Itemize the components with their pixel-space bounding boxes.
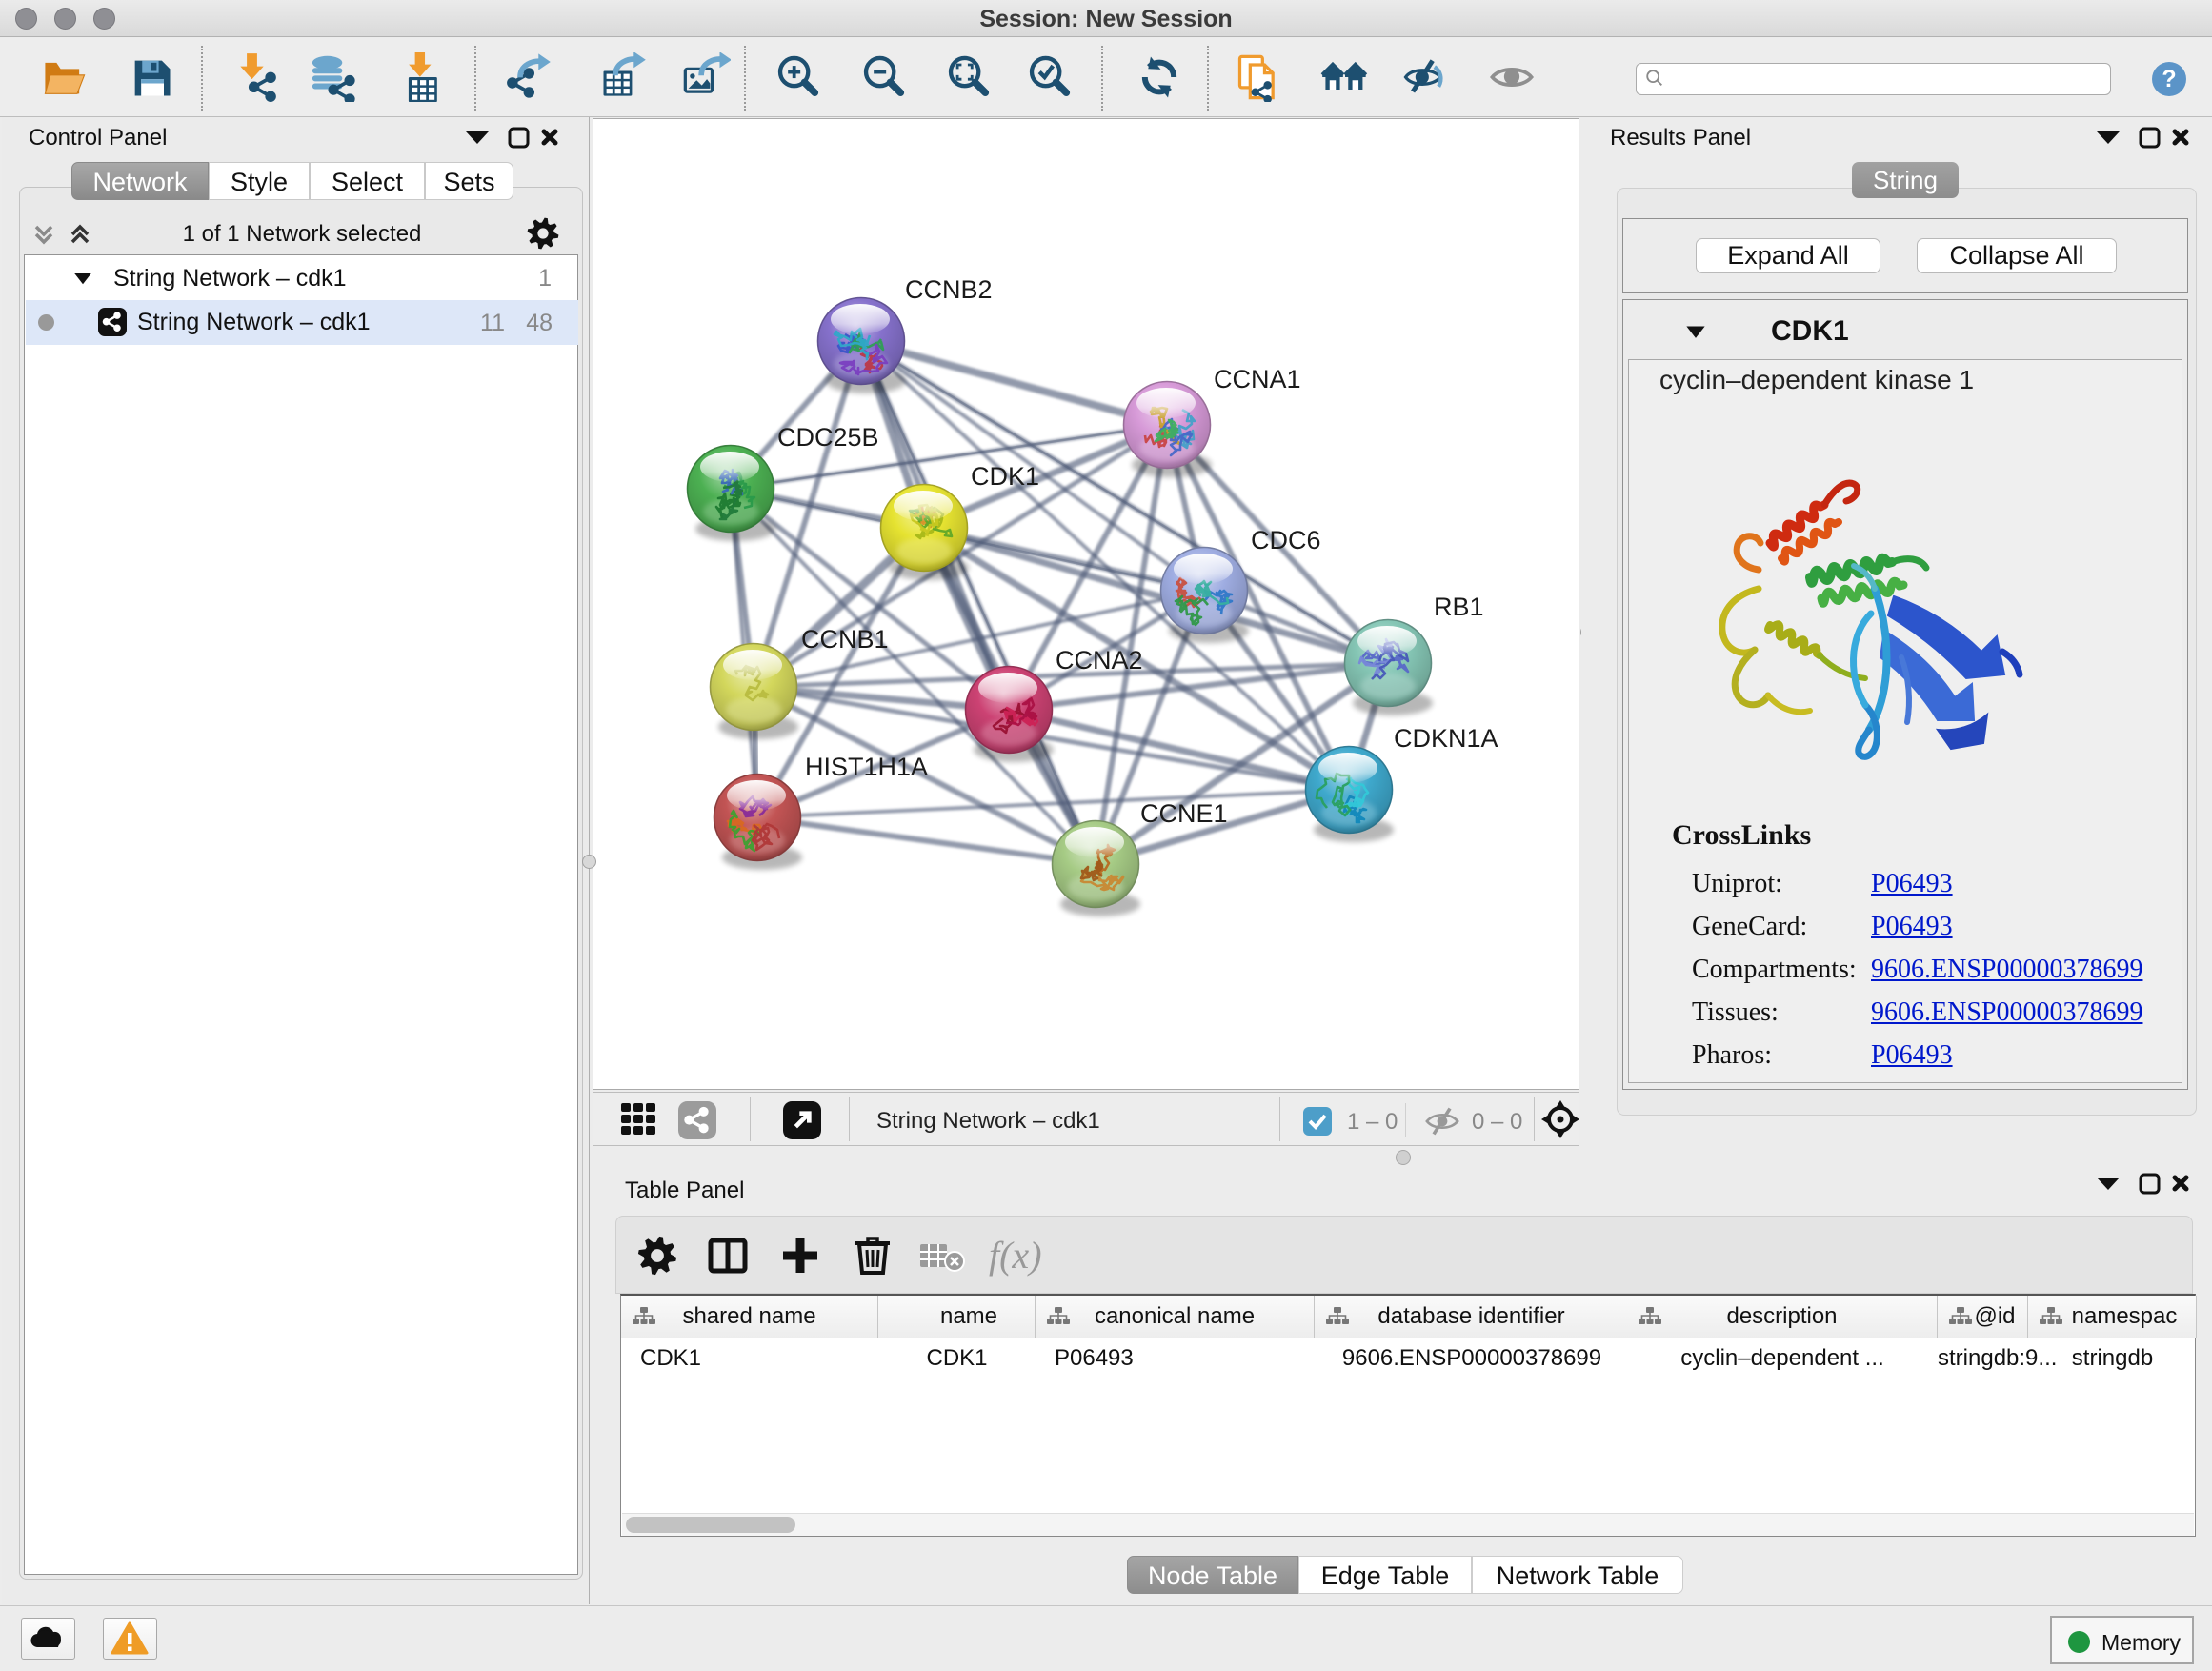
svg-text:HIST1H1A: HIST1H1A [805, 753, 928, 781]
svg-text:CCNB2: CCNB2 [905, 275, 993, 304]
svg-text:RB1: RB1 [1434, 593, 1484, 621]
svg-text:CCNB1: CCNB1 [801, 625, 889, 654]
svg-text:CDC25B: CDC25B [777, 423, 879, 452]
svg-text:CDKN1A: CDKN1A [1394, 724, 1498, 753]
svg-text:CCNE1: CCNE1 [1140, 799, 1228, 828]
svg-text:CDC6: CDC6 [1251, 526, 1321, 554]
svg-text:CCNA2: CCNA2 [1056, 646, 1143, 674]
svg-text:CCNA1: CCNA1 [1214, 365, 1301, 393]
svg-text:?: ? [2162, 66, 2176, 92]
svg-text:CDK1: CDK1 [971, 462, 1039, 491]
